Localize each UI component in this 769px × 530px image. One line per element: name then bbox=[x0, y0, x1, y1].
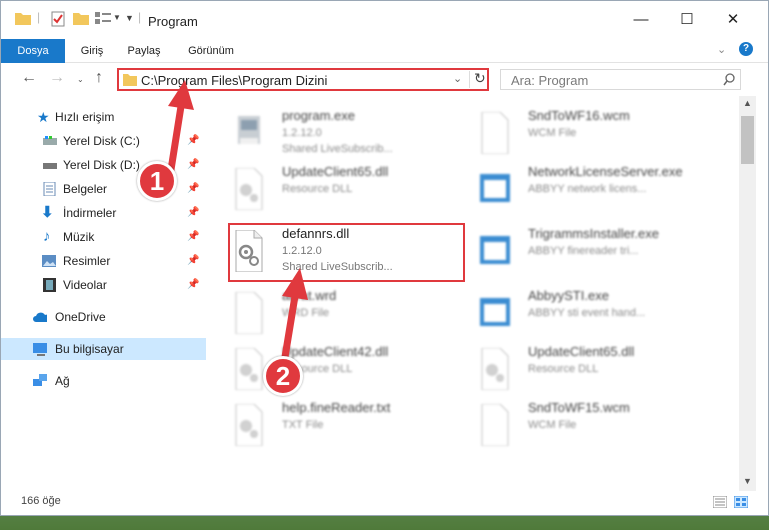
tab-view[interactable]: Görünüm bbox=[181, 39, 241, 63]
file-item[interactable]: TrigrammsInstaller.exe ABBYY finereader … bbox=[478, 226, 708, 282]
download-icon: ⬇ bbox=[41, 204, 54, 221]
pin-icon[interactable]: 📌 bbox=[187, 178, 199, 200]
step-badge-2: 2 bbox=[263, 356, 303, 396]
search-icon[interactable] bbox=[723, 73, 736, 86]
step-badge-1: 1 bbox=[137, 161, 177, 201]
dll-icon bbox=[235, 348, 263, 390]
nav-item-network[interactable]: Ağ bbox=[1, 370, 206, 392]
star-icon: ★ bbox=[37, 109, 50, 125]
network-icon bbox=[33, 374, 47, 386]
vertical-scrollbar[interactable]: ▲ ▼ bbox=[739, 96, 756, 491]
scroll-down-icon[interactable]: ▼ bbox=[743, 476, 752, 486]
pictures-icon bbox=[42, 255, 56, 267]
nav-item-onedrive[interactable]: OneDrive bbox=[1, 306, 206, 328]
recent-locations-icon[interactable]: ⌄ bbox=[77, 75, 84, 84]
file-item[interactable]: SndToWF15.wcm WCM File bbox=[478, 400, 708, 456]
properties-icon[interactable] bbox=[51, 11, 65, 27]
search-input[interactable]: Ara: Program bbox=[500, 69, 741, 90]
pin-icon[interactable]: 📌 bbox=[187, 226, 199, 248]
separator bbox=[469, 71, 470, 88]
nav-item-pictures[interactable]: Resimler 📌 bbox=[1, 250, 206, 272]
file-item[interactable]: NetworkLicenseServer.exe ABBYY network l… bbox=[478, 164, 708, 220]
cloud-icon bbox=[33, 312, 47, 322]
annotation-arrow-2 bbox=[280, 268, 308, 367]
status-bar: 166 öğe bbox=[1, 491, 768, 515]
minimize-button[interactable]: — bbox=[621, 7, 661, 33]
folder-icon bbox=[123, 74, 137, 86]
tab-file[interactable]: Dosya bbox=[1, 39, 65, 63]
search-placeholder: Ara: Program bbox=[511, 73, 589, 88]
file-item[interactable]: AbbyySTI.exe ABBYY sti event hand... bbox=[478, 288, 708, 344]
separator: | bbox=[138, 10, 142, 24]
new-folder-icon[interactable] bbox=[73, 11, 89, 25]
close-button[interactable]: ✕ bbox=[713, 7, 753, 33]
customize-toolbar-icon[interactable]: ▼ bbox=[125, 13, 134, 23]
tab-home[interactable]: Giriş bbox=[73, 39, 111, 63]
file-item[interactable]: program.exe 1.2.12.0 Shared LiveSubscrib… bbox=[232, 108, 432, 164]
exe-window-icon bbox=[480, 298, 510, 326]
drive-icon bbox=[43, 163, 57, 169]
expand-ribbon-icon[interactable]: ⌄ bbox=[717, 43, 726, 56]
file-highlight-box bbox=[228, 223, 465, 282]
file-icon bbox=[481, 404, 509, 446]
music-icon: ♪ bbox=[43, 228, 51, 245]
file-item[interactable]: abrat.wrd WRD File bbox=[232, 288, 432, 344]
large-icons-view-icon[interactable] bbox=[734, 496, 748, 508]
dll-icon bbox=[235, 168, 263, 210]
ribbon: Dosya Giriş Paylaş Görünüm ⌄ ? bbox=[1, 39, 768, 63]
back-arrow-icon[interactable]: ← bbox=[21, 69, 37, 87]
file-icon bbox=[235, 292, 263, 334]
folder-icon[interactable] bbox=[15, 11, 31, 25]
dll-icon bbox=[235, 404, 263, 446]
computer-icon bbox=[33, 343, 47, 356]
file-item[interactable]: SndToWF16.wcm WCM File bbox=[478, 108, 708, 164]
window-title: Program bbox=[148, 14, 198, 29]
address-dropdown-icon[interactable]: ⌄ bbox=[453, 72, 462, 85]
item-count: 166 öğe bbox=[21, 495, 61, 507]
help-icon[interactable]: ? bbox=[739, 42, 753, 56]
navigation-bar: ← → ⌄ ↑ C:\Program Files\Program Dizini … bbox=[1, 63, 768, 96]
scrollbar-thumb[interactable] bbox=[741, 116, 754, 164]
forward-arrow-icon[interactable]: → bbox=[49, 69, 65, 87]
video-icon bbox=[43, 278, 56, 292]
dll-icon bbox=[481, 348, 509, 390]
file-item[interactable]: UpdateClient65.dll Resource DLL bbox=[232, 164, 432, 220]
pin-icon[interactable]: 📌 bbox=[187, 274, 199, 296]
title-bar: | ▼ ▼ | Program — ☐ ✕ bbox=[1, 1, 768, 39]
scroll-up-icon[interactable]: ▲ bbox=[743, 98, 752, 108]
nav-item-downloads[interactable]: ⬇ İndirmeler 📌 bbox=[1, 202, 206, 224]
pin-icon[interactable]: 📌 bbox=[187, 202, 199, 224]
maximize-button[interactable]: ☐ bbox=[667, 7, 707, 33]
view-icon[interactable] bbox=[95, 11, 111, 25]
documents-icon bbox=[43, 182, 56, 196]
nav-item-music[interactable]: ♪ Müzik 📌 bbox=[1, 226, 206, 248]
refresh-icon[interactable]: ↻ bbox=[474, 70, 486, 87]
separator: | bbox=[37, 10, 41, 24]
nav-item-this-pc[interactable]: Bu bilgisayar bbox=[1, 338, 206, 360]
exe-window-icon bbox=[480, 236, 510, 264]
chevron-down-icon[interactable]: ▼ bbox=[113, 13, 121, 22]
details-view-icon[interactable] bbox=[713, 496, 727, 508]
exe-window-icon bbox=[480, 174, 510, 202]
up-arrow-icon[interactable]: ↑ bbox=[95, 69, 103, 87]
drive-icon bbox=[43, 136, 57, 145]
nav-item-videos[interactable]: Videolar 📌 bbox=[1, 274, 206, 296]
file-item[interactable]: UpdateClient42.dll Resource DLL bbox=[232, 344, 432, 400]
explorer-window: | ▼ ▼ | Program — ☐ ✕ Dosya Giriş Paylaş… bbox=[0, 0, 769, 516]
file-item[interactable]: help.fineReader.txt TXT File bbox=[232, 400, 432, 456]
pin-icon[interactable]: 📌 bbox=[187, 250, 199, 272]
tab-share[interactable]: Paylaş bbox=[121, 39, 167, 63]
file-item[interactable]: UpdateClient65.dll Resource DLL bbox=[478, 344, 708, 400]
exe-icon bbox=[238, 116, 260, 144]
file-icon bbox=[481, 112, 509, 154]
